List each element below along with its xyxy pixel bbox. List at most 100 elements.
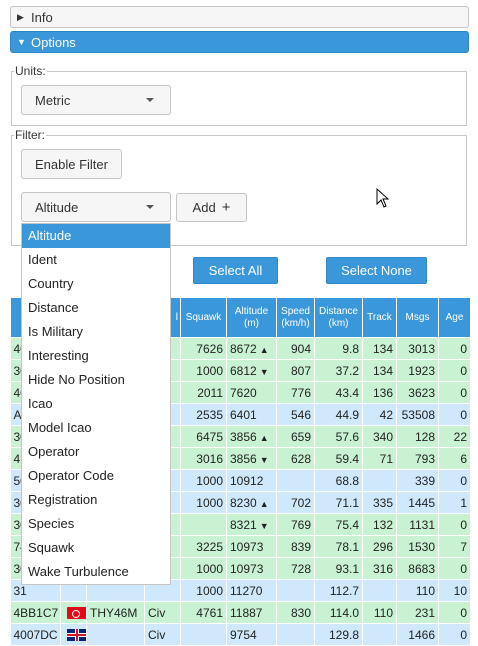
dropdown-option[interactable]: Hide No Position	[22, 368, 170, 392]
table-row[interactable]: 4BB1C7 THY46M Civ 4761 11887 830 114.0 110 231 0	[10, 601, 471, 624]
col-header-distance[interactable]: Distance (km)	[314, 297, 363, 338]
cell-flag	[60, 623, 87, 646]
cell-flag	[60, 601, 87, 624]
cell-age: 0	[438, 601, 471, 624]
cell-msgs: 231	[396, 601, 439, 624]
cell-age: 0	[438, 359, 471, 382]
units-select[interactable]: Metric	[21, 85, 171, 115]
cell-species: Civ	[144, 623, 181, 646]
cell-speed: 769	[276, 513, 315, 536]
mouse-cursor-icon	[376, 188, 390, 208]
altitude-value: 11887	[230, 605, 263, 620]
cell-speed: 728	[276, 557, 315, 580]
cell-distance: 112.7	[314, 579, 363, 602]
select-none-label: Select None	[341, 263, 412, 278]
cell-age: 7	[438, 535, 471, 558]
cell-altitude: 11887	[226, 601, 277, 624]
cell-track: 71	[362, 447, 397, 470]
altitude-value: 3856	[230, 451, 257, 466]
descending-arrow-icon: ▼	[259, 454, 269, 465]
dropdown-option[interactable]: Operator	[22, 440, 170, 464]
cell-distance: 129.8	[314, 623, 363, 646]
select-none-button[interactable]: Select None	[326, 257, 427, 284]
cell-squawk: 1000	[180, 557, 227, 580]
cell-squawk: 3016	[180, 447, 227, 470]
filter-legend: Filter:	[15, 128, 45, 142]
uk-flag-icon	[67, 629, 86, 642]
cell-speed: 702	[276, 491, 315, 514]
dropdown-option[interactable]: Species	[22, 512, 170, 536]
dropdown-option[interactable]: Icao	[22, 392, 170, 416]
filter-field-value: Altitude	[35, 199, 79, 215]
altitude-value: 8230	[230, 495, 257, 510]
col-header-age[interactable]: Age	[438, 297, 471, 338]
units-select-value: Metric	[35, 92, 71, 108]
col-header-speed[interactable]: Speed (km/h)	[276, 297, 315, 338]
filter-field-select[interactable]: Altitude	[21, 192, 171, 222]
cell-altitude: 8230 ▲	[226, 491, 277, 514]
cell-speed: 807	[276, 359, 315, 382]
dropdown-option[interactable]: Squawk	[22, 536, 170, 560]
cell-squawk: 3225	[180, 535, 227, 558]
cell-distance: 9.8	[314, 337, 363, 360]
col-header-squawk[interactable]: Squawk	[180, 297, 227, 338]
dropdown-option[interactable]: Operator Code	[22, 464, 170, 488]
cell-callsign: THY46M	[86, 601, 145, 624]
cell-altitude: 10912	[226, 469, 277, 492]
enable-filter-button[interactable]: Enable Filter	[21, 149, 122, 179]
cell-altitude: 3856 ▲	[226, 425, 277, 448]
select-all-label: Select All	[208, 263, 263, 278]
cell-track	[362, 579, 397, 602]
chevron-down-icon	[146, 205, 154, 209]
dropdown-option[interactable]: Ident	[22, 248, 170, 272]
info-section-header[interactable]: ▶ Info	[10, 6, 469, 28]
col-header-msgs[interactable]: Msgs	[396, 297, 439, 338]
cell-age: 1	[438, 491, 471, 514]
climbing-arrow-icon: ▲	[259, 344, 269, 355]
dropdown-option[interactable]: Registration	[22, 488, 170, 512]
cell-msgs: 1445	[396, 491, 439, 514]
cell-squawk: 1000	[180, 359, 227, 382]
enable-filter-label: Enable Filter	[35, 156, 108, 172]
table-row[interactable]: 4007DC Civ 9754 129.8 1466 0	[10, 623, 471, 646]
cell-altitude: 9754	[226, 623, 277, 646]
col-header-altitude[interactable]: Altitude (m)	[226, 297, 277, 338]
col-header-track[interactable]: Track	[362, 297, 397, 338]
cell-squawk: 1000	[180, 469, 227, 492]
cell-age: 6	[438, 447, 471, 470]
cell-msgs: 1466	[396, 623, 439, 646]
cell-track: 134	[362, 359, 397, 382]
dropdown-option[interactable]: Is Military	[22, 320, 170, 344]
cell-track: 132	[362, 513, 397, 536]
cell-msgs: 53508	[396, 403, 439, 426]
dropdown-option[interactable]: Wake Turbulence	[22, 560, 170, 584]
add-filter-button[interactable]: Add +	[176, 193, 247, 222]
dropdown-option[interactable]: Country	[22, 272, 170, 296]
select-all-button[interactable]: Select All	[193, 257, 278, 284]
cell-age: 0	[438, 403, 471, 426]
dropdown-option[interactable]: Distance	[22, 296, 170, 320]
cell-distance: 114.0	[314, 601, 363, 624]
cell-age: 10	[438, 579, 471, 602]
dropdown-option[interactable]: Model Icao	[22, 416, 170, 440]
cell-msgs: 1530	[396, 535, 439, 558]
plus-icon: +	[221, 199, 231, 216]
units-legend: Units:	[15, 64, 46, 78]
altitude-value: 10912	[230, 473, 264, 488]
cell-age: 0	[438, 557, 471, 580]
cell-msgs: 110	[396, 579, 439, 602]
cell-msgs: 793	[396, 447, 439, 470]
cell-speed	[276, 623, 315, 646]
dropdown-option[interactable]: Altitude	[22, 224, 170, 248]
options-section-header[interactable]: ▼ Options	[10, 31, 469, 53]
altitude-value: 11270	[230, 583, 263, 598]
cell-squawk: 7626	[180, 337, 227, 360]
cell-distance: 78.1	[314, 535, 363, 558]
cell-track: 110	[362, 601, 397, 624]
cell-altitude: 10973	[226, 535, 277, 558]
cell-altitude: 3856 ▼	[226, 447, 277, 470]
dropdown-option[interactable]: Interesting	[22, 344, 170, 368]
descending-arrow-icon: ▼	[259, 520, 269, 531]
cell-altitude: 8672 ▲	[226, 337, 277, 360]
cell-altitude: 11270	[226, 579, 277, 602]
